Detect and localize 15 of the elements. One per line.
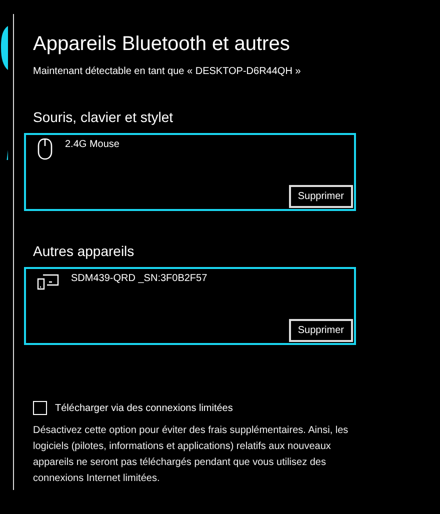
remove-button[interactable]: Supprimer	[288, 319, 353, 342]
page-title: Appareils Bluetooth et autres	[33, 32, 291, 57]
section-heading: Souris, clavier et stylet	[33, 108, 174, 127]
description-text: Désactivez cette option pour éviter des frais supplémentaires. Ainsi, les logiciels (pilotes, informations et applications) relatifs aux nouveaux appareils ne seront pas téléchargés pendant que vous utilisez des connexions Internet limitées.	[33, 424, 350, 486]
device-card[interactable]: SDM439-QRD _SN:3F0B2F57 Supprimer	[24, 267, 356, 345]
checkbox[interactable]	[33, 401, 47, 415]
devices-icon	[37, 272, 59, 290]
device-name: 2.4G Mouse	[65, 139, 120, 150]
section-heading: Autres appareils	[33, 242, 136, 261]
discoverable-text: Maintenant détectable en tant que « DESKTOP-D6R44QH »	[33, 66, 302, 77]
checkbox-label: Télécharger via des connexions limitées	[55, 402, 233, 414]
device-card[interactable]: 2.4G Mouse Supprimer	[24, 133, 356, 211]
device-name: SDM439-QRD _SN:3F0B2F57	[71, 273, 208, 284]
remove-button[interactable]: Supprimer	[288, 185, 353, 208]
mouse-icon	[37, 138, 53, 160]
